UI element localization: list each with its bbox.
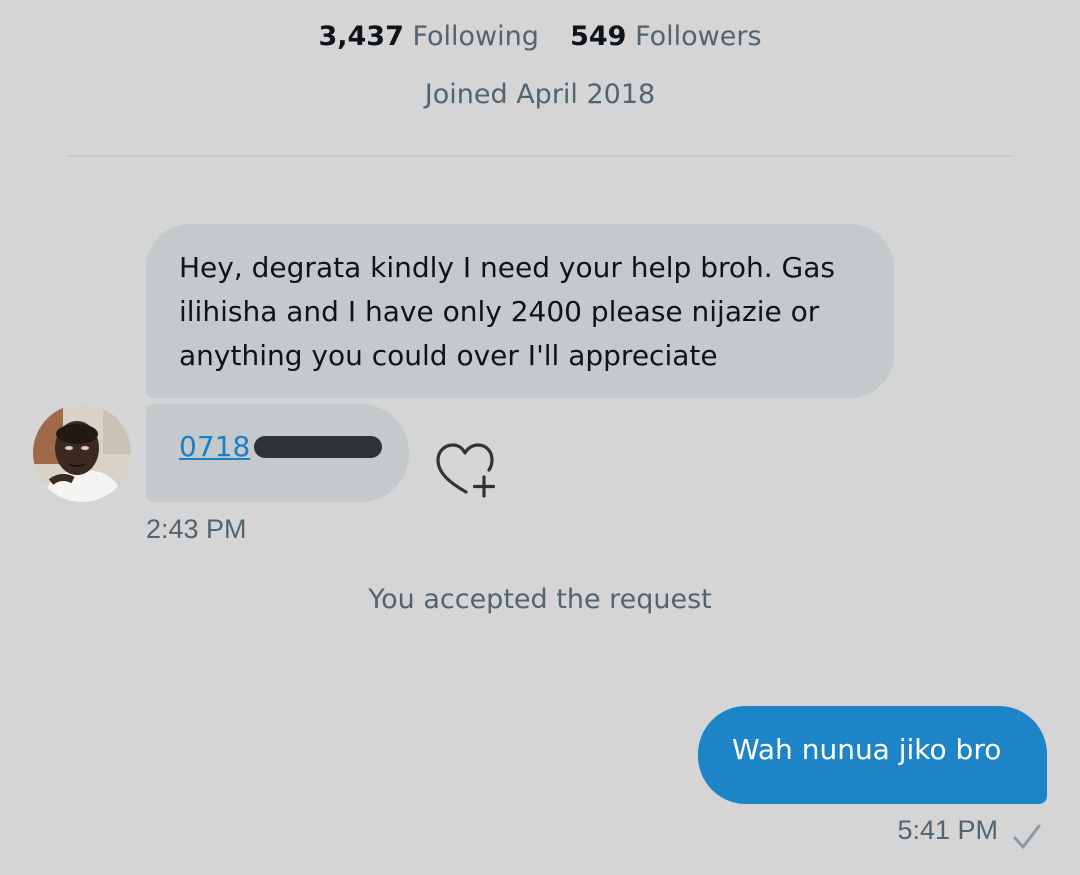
received-timestamp: 2:43 PM: [146, 514, 247, 544]
add-reaction-button[interactable]: [432, 440, 502, 502]
checkmark-icon: [1013, 824, 1041, 849]
followers-label[interactable]: Followers: [635, 21, 761, 52]
following-count[interactable]: 3,437: [318, 21, 403, 52]
followers-count[interactable]: 549: [570, 21, 626, 52]
redaction-mark: [254, 436, 382, 458]
received-message-text: Hey, degrata kindly I need your help bro…: [179, 251, 836, 372]
sent-message-bubble[interactable]: Wah nunua jiko bro: [698, 706, 1047, 804]
received-message-bubble[interactable]: Hey, degrata kindly I need your help bro…: [146, 224, 894, 398]
sender-avatar[interactable]: [33, 404, 131, 502]
request-accepted-notice: You accepted the request: [368, 584, 712, 615]
divider: [67, 155, 1014, 157]
sent-timestamp: 5:41 PM: [897, 815, 998, 845]
phone-message-bubble[interactable]: 0718: [146, 404, 409, 502]
profile-stats: 3,437 Following 549 Followers: [0, 18, 1080, 56]
heart-plus-icon: [436, 443, 496, 498]
sent-message-text: Wah nunua jiko bro: [732, 733, 1002, 766]
joined-date: Joined April 2018: [424, 79, 656, 110]
avatar-photo: [33, 404, 131, 502]
following-label[interactable]: Following: [412, 21, 538, 52]
phone-number-link[interactable]: 0718: [179, 427, 250, 467]
